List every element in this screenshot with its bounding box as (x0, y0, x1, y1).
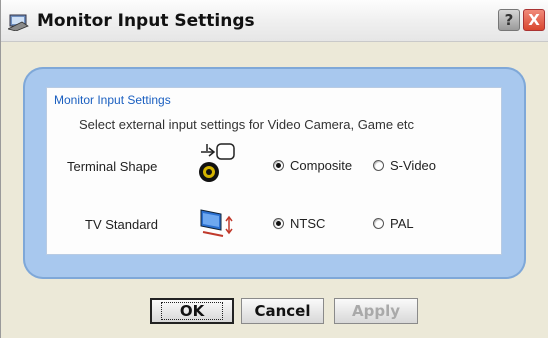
radio-composite-indicator[interactable] (273, 160, 284, 171)
composite-terminal-icon (199, 143, 235, 182)
close-button[interactable]: X (523, 9, 545, 31)
radio-s-video-indicator[interactable] (373, 160, 384, 171)
help-button[interactable]: ? (498, 9, 520, 31)
radio-pal-label: PAL (390, 216, 414, 231)
tv-standard-icon (200, 209, 233, 237)
monitor-settings-icon (8, 14, 29, 31)
window-title: Monitor Input Settings (37, 11, 255, 31)
radio-pal-indicator[interactable] (373, 218, 384, 229)
ok-button[interactable]: OK (150, 298, 234, 324)
tv-standard-label: TV Standard (85, 217, 158, 232)
radio-pal[interactable]: PAL (373, 216, 414, 231)
dialog-window: Monitor Input Settings ? X Monitor Input… (0, 0, 548, 338)
title-bar[interactable]: Monitor Input Settings ? X (1, 0, 548, 42)
settings-frame: Monitor Input Settings Select external i… (23, 67, 526, 279)
ok-button-label: OK (160, 302, 224, 320)
settings-group: Monitor Input Settings Select external i… (46, 87, 502, 255)
radio-composite-label: Composite (290, 158, 353, 173)
radio-ntsc[interactable]: NTSC (273, 216, 325, 231)
radio-ntsc-label: NTSC (290, 216, 326, 231)
apply-button[interactable]: Apply (334, 298, 418, 324)
radio-s-video[interactable]: S-Video (373, 158, 436, 173)
cancel-button[interactable]: Cancel (241, 298, 324, 324)
group-title: Monitor Input Settings (54, 93, 171, 107)
radio-ntsc-indicator[interactable] (273, 218, 284, 229)
radio-composite[interactable]: Composite (273, 158, 352, 173)
terminal-shape-label: Terminal Shape (67, 159, 158, 174)
group-description: Select external input settings for Video… (79, 117, 415, 132)
radio-s-video-label: S-Video (390, 158, 437, 173)
